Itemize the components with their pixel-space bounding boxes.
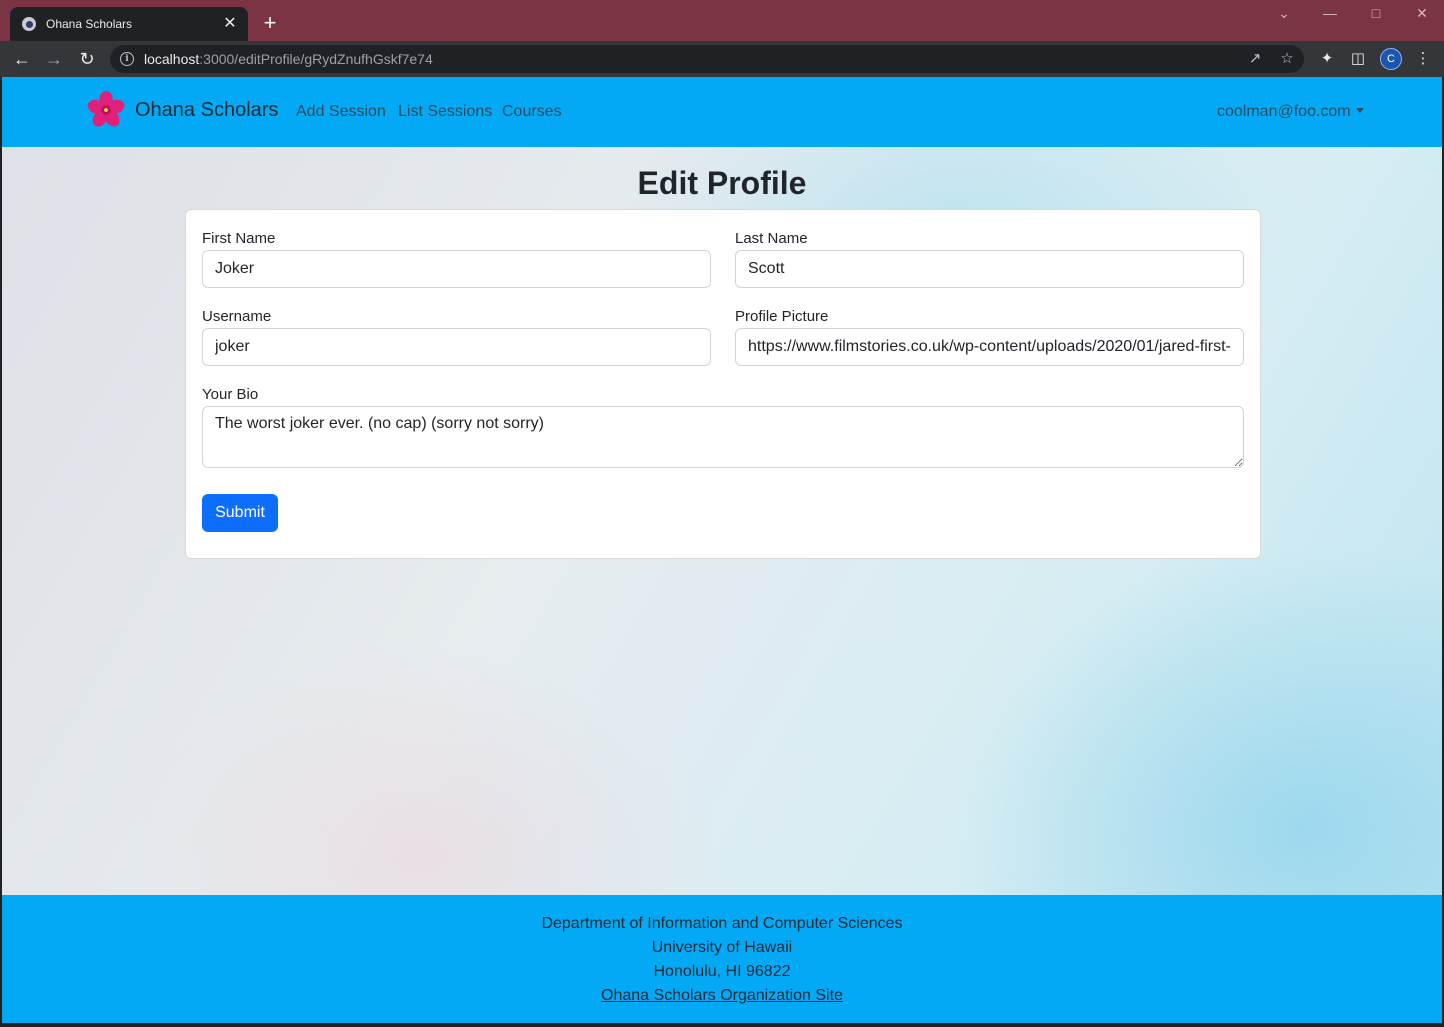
hibiscus-logo-icon [87,91,125,127]
bio-textarea[interactable]: The worst joker ever. (no cap) (sorry no… [202,406,1244,468]
footer-address: Honolulu, HI 96822 [653,963,791,980]
footer-link-wrapper: Ohana Scholars Organization Site [2,987,1442,1005]
share-icon[interactable]: ↗ [1245,49,1265,67]
bio-label: Your Bio [202,386,259,403]
minimize-window-icon[interactable]: — [1320,5,1340,21]
site-navbar: Ohana Scholars Add Session List Sessions… [2,77,1442,147]
tab-search-icon[interactable]: ⌄ [1274,5,1294,22]
site-favicon-icon [22,17,36,31]
edit-profile-form: First Name Last Name Username Profile Pi… [185,209,1261,559]
caret-down-icon [1355,108,1364,113]
browser-toolbar: ← → ↻ i localhost:3000/editProfile/gRydZ… [0,41,1444,77]
tab-close-icon[interactable]: ✕ [222,16,238,32]
profile-picture-input[interactable] [735,328,1244,366]
first-name-label: First Name [202,230,276,247]
footer-university: University of Hawaii [651,939,793,956]
back-arrow-icon[interactable]: ← [10,47,34,71]
nav-link-add-session[interactable]: Add Session [296,103,386,121]
nav-link-courses[interactable]: Courses [502,103,562,121]
maximize-window-icon[interactable]: □ [1366,5,1386,21]
last-name-label: Last Name [735,230,808,247]
nav-link-list-sessions[interactable]: List Sessions [398,103,492,121]
address-bar[interactable]: i localhost:3000/editProfile/gRydZnufhGs… [110,45,1304,73]
user-email: coolman@foo.com [1217,103,1351,120]
close-window-icon[interactable]: ✕ [1412,5,1432,22]
star-icon[interactable]: ☆ [1277,49,1297,67]
footer-department: Department of Information and Computer S… [541,915,903,932]
profile-avatar[interactable]: C [1380,48,1402,70]
url-path: :3000/editProfile/gRydZnufhGskf7e74 [199,51,433,67]
organization-site-link[interactable]: Ohana Scholars Organization Site [601,987,843,1004]
page-title: Edit Profile [637,165,807,201]
info-icon[interactable]: i [120,52,134,66]
page-viewport: Ohana Scholars Add Session List Sessions… [2,77,1442,1023]
username-label: Username [202,308,272,325]
brand-name: Ohana Scholars [135,98,279,121]
forward-arrow-icon[interactable]: → [42,47,66,71]
tab-title: Ohana Scholars [46,17,133,31]
brand-link[interactable]: Ohana Scholars [87,91,278,129]
kebab-menu-icon[interactable]: ⋮ [1413,49,1433,67]
extensions-icon[interactable]: ✦ [1317,49,1337,67]
first-name-input[interactable] [202,250,711,288]
site-footer: Department of Information and Computer S… [2,895,1442,1023]
user-dropdown[interactable]: coolman@foo.com [1217,103,1364,121]
username-input[interactable] [202,328,711,366]
new-tab-button[interactable]: + [258,11,282,35]
url-host: localhost [144,51,200,67]
submit-button[interactable]: Submit [202,494,278,532]
profile-picture-label: Profile Picture [735,308,829,325]
side-panel-icon[interactable]: ◫ [1348,49,1368,67]
last-name-input[interactable] [735,250,1244,288]
browser-tab[interactable]: Ohana Scholars ✕ [10,7,248,41]
reload-icon[interactable]: ↻ [75,47,99,71]
browser-titlebar: Ohana Scholars ✕ + ⌄ — □ ✕ [0,0,1444,41]
